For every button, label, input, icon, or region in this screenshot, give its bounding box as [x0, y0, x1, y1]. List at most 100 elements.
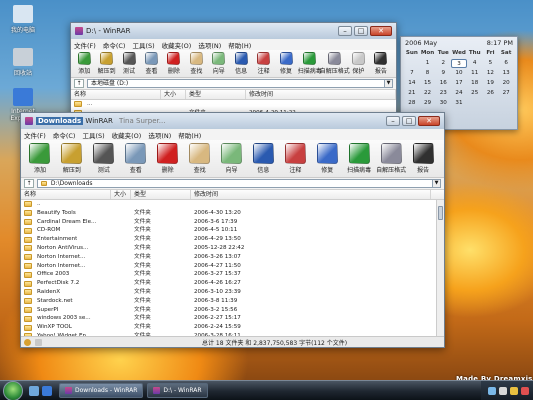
path-field[interactable]: 本地磁盘 (D:) [87, 79, 385, 88]
toolbar-button-find[interactable]: 查找 [186, 52, 206, 75]
list-item[interactable]: Stardock.net 文件夹 2006-3-8 11:39 [21, 297, 436, 306]
calendar-day[interactable]: 23 [435, 89, 451, 98]
calendar-day[interactable]: 15 [420, 79, 436, 88]
list-item[interactable]: WinXP TOOL 文件夹 2006-2-24 15:59 [21, 323, 436, 332]
list-item[interactable]: Beautify Tools 文件夹 2006-4-30 13:20 [21, 209, 436, 218]
list-item[interactable]: SuperPI 文件夹 2006-3-2 15:56 [21, 306, 436, 315]
calendar-day[interactable]: 12 [483, 69, 499, 78]
toolbar-button-delete[interactable]: 删除 [153, 143, 183, 174]
toolbar-button-repair[interactable]: 修复 [276, 52, 296, 75]
toolbar-button-wizard[interactable]: 向导 [209, 52, 229, 75]
toolbar-button-protect[interactable]: 保护 [348, 52, 368, 75]
toolbar-button-info[interactable]: 信息 [231, 52, 251, 75]
menu-item[interactable]: 命令(C) [103, 40, 126, 50]
list-item[interactable]: Office 2003 文件夹 2006-3-27 15:37 [21, 270, 436, 279]
path-field[interactable]: D:\Downloads [37, 179, 433, 188]
column-name[interactable]: 名称 [71, 90, 161, 99]
column-type[interactable]: 类型 [131, 190, 191, 199]
toolbar-button-repair[interactable]: 修复 [312, 143, 342, 174]
maximize-button[interactable]: □ [354, 26, 368, 36]
taskbar-button[interactable]: D:\ - WinRAR [147, 383, 208, 398]
desktop-icon-recycle-bin[interactable]: 回收站 [3, 48, 43, 77]
shield-tray-icon[interactable] [510, 386, 518, 395]
calendar-day[interactable]: 13 [498, 69, 514, 78]
calendar-day[interactable]: 25 [467, 89, 483, 98]
calendar-day[interactable]: 30 [435, 99, 451, 108]
column-size[interactable]: 大小 [111, 190, 131, 199]
calendar-day[interactable]: 6 [498, 59, 514, 68]
vertical-scrollbar[interactable] [436, 200, 444, 341]
calendar-day[interactable]: 21 [404, 89, 420, 98]
toolbar-button-comment[interactable]: 注释 [253, 52, 273, 75]
calendar-day[interactable]: 17 [451, 79, 467, 88]
toolbar-button-comment[interactable]: 注释 [280, 143, 310, 174]
toolbar-button-sfx[interactable]: 自解压格式 [376, 143, 406, 174]
up-folder-button[interactable]: ↑ [24, 179, 34, 188]
minimize-button[interactable]: – [338, 26, 352, 36]
close-button[interactable]: ✕ [370, 26, 392, 36]
toolbar-button-virus-scan[interactable]: 扫描病毒 [298, 52, 322, 75]
quick-launch-desktop-icon[interactable] [29, 385, 39, 396]
start-button[interactable] [3, 380, 23, 400]
calendar-day[interactable]: 29 [420, 99, 436, 108]
toolbar-button-delete[interactable]: 删除 [164, 52, 184, 75]
calendar-day[interactable]: 9 [435, 69, 451, 78]
calendar-day[interactable]: 18 [467, 79, 483, 88]
column-type[interactable]: 类型 [186, 90, 246, 99]
toolbar-button-report[interactable]: 报告 [371, 52, 391, 75]
up-folder-button[interactable]: ↑ [74, 79, 84, 88]
quick-launch-ie-icon[interactable] [42, 385, 52, 396]
menu-item[interactable]: 工具(S) [82, 130, 104, 140]
calendar-day[interactable]: 11 [467, 69, 483, 78]
calendar-day[interactable]: 5 [483, 59, 499, 68]
list-item[interactable]: ... [71, 100, 396, 109]
calendar-day[interactable]: 14 [404, 79, 420, 88]
close-button[interactable]: ✕ [418, 116, 440, 126]
toolbar-button-view[interactable]: 查看 [141, 52, 161, 75]
toolbar-button-extract-to[interactable]: 解压到 [96, 52, 116, 75]
calendar-day[interactable]: 16 [435, 79, 451, 88]
menu-item[interactable]: 收藏夹(O) [162, 40, 192, 50]
column-size[interactable]: 大小 [161, 90, 186, 99]
toolbar-button-test[interactable]: 测试 [119, 52, 139, 75]
list-item[interactable]: PerfectDisk 7.2 文件夹 2006-4-26 16:27 [21, 279, 436, 288]
calendar-day[interactable]: 7 [404, 69, 420, 78]
calendar-day[interactable]: 2 [435, 59, 451, 68]
toolbar-button-add[interactable]: 添加 [25, 143, 55, 174]
list-item[interactable]: .. [21, 200, 436, 209]
calendar-day[interactable]: 28 [404, 99, 420, 108]
toolbar-button-sfx[interactable]: 自解压格式 [320, 52, 350, 75]
calendar-day[interactable]: 24 [451, 89, 467, 98]
toolbar-button-test[interactable]: 测试 [89, 143, 119, 174]
list-item[interactable]: Norton Internet... 文件夹 2006-3-26 13:07 [21, 253, 436, 262]
menu-item[interactable]: 选项(N) [198, 40, 221, 50]
volume-icon[interactable] [499, 386, 507, 395]
toolbar-button-wizard[interactable]: 向导 [217, 143, 247, 174]
minimize-button[interactable]: – [386, 116, 400, 126]
toolbar-button-report[interactable]: 报告 [408, 143, 438, 174]
list-item[interactable]: CD-ROM 文件夹 2006-4-5 10:11 [21, 226, 436, 235]
list-item[interactable]: Norton AntiVirus... 文件夹 2005-12-28 22:42 [21, 244, 436, 253]
menu-item[interactable]: 收藏夹(O) [112, 130, 142, 140]
taskbar-button[interactable]: Downloads - WinRAR [59, 383, 144, 398]
menu-item[interactable]: 命令(C) [53, 130, 76, 140]
list-item[interactable]: windows 2003 se... 文件夹 2006-2-27 15:17 [21, 314, 436, 323]
path-dropdown-button[interactable]: ▼ [433, 179, 441, 188]
menu-item[interactable]: 帮助(H) [228, 40, 251, 50]
path-dropdown-button[interactable]: ▼ [385, 79, 393, 88]
calendar-day[interactable]: 22 [420, 89, 436, 98]
toolbar-button-info[interactable]: 信息 [248, 143, 278, 174]
list-item[interactable]: RaidenX 文件夹 2006-3-10 23:39 [21, 288, 436, 297]
list-item[interactable]: Entertainment 文件夹 2006-4-29 13:50 [21, 235, 436, 244]
title-bar[interactable]: Downloads WinRAR Tina Surper... – □ ✕ [21, 113, 444, 129]
list-item[interactable]: Norton Internet... 文件夹 2006-4-27 11:50 [21, 262, 436, 271]
toolbar-button-find[interactable]: 查找 [185, 143, 215, 174]
menu-item[interactable]: 选项(N) [148, 130, 171, 140]
column-modified[interactable]: 修改时间 [246, 90, 396, 99]
maximize-button[interactable]: □ [402, 116, 416, 126]
menu-item[interactable]: 文件(F) [74, 40, 96, 50]
calendar-day[interactable]: 10 [451, 69, 467, 78]
calendar-day[interactable]: 3 [451, 59, 467, 68]
menu-item[interactable]: 工具(S) [132, 40, 154, 50]
calendar-day[interactable]: 1 [420, 59, 436, 68]
